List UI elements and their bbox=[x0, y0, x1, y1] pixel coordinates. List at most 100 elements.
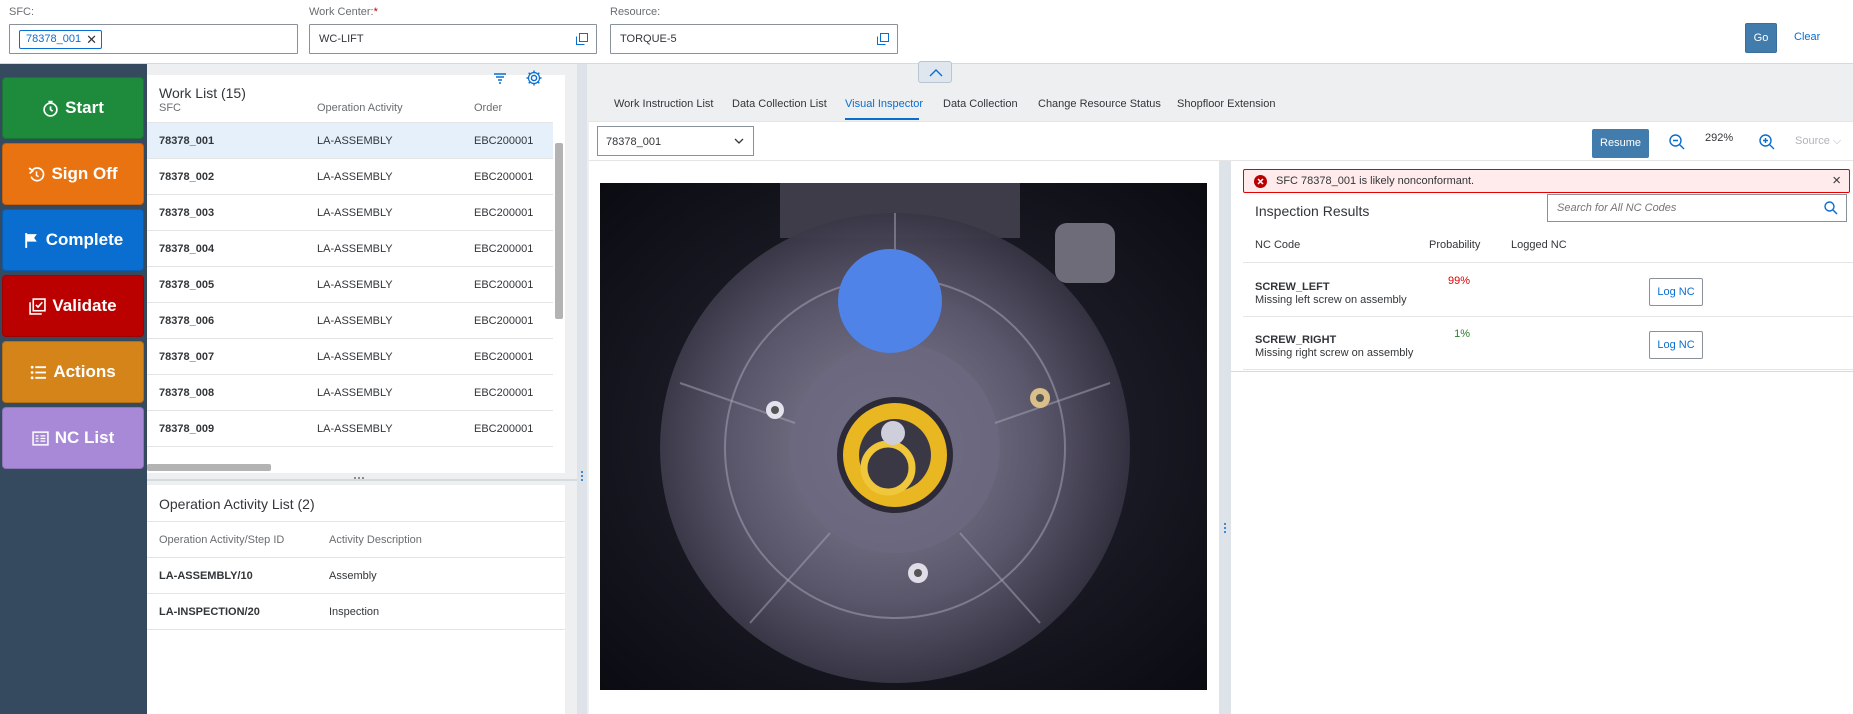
sort-icon[interactable] bbox=[492, 70, 508, 86]
resource-input[interactable]: TORQUE-5 bbox=[610, 24, 898, 54]
col-logged-nc: Logged NC bbox=[1511, 239, 1567, 251]
value-help-icon[interactable] bbox=[877, 33, 889, 45]
nc-search-input[interactable] bbox=[1548, 195, 1816, 221]
zoom-out-icon[interactable] bbox=[1668, 133, 1686, 151]
op-row[interactable]: LA-ASSEMBLY/10 Assembly bbox=[147, 558, 565, 594]
flag-icon bbox=[24, 232, 37, 248]
inspection-image[interactable] bbox=[600, 183, 1207, 690]
row-order: EBC200001 bbox=[474, 351, 534, 363]
token-remove-icon[interactable]: ✕ bbox=[86, 32, 97, 48]
value-help-icon[interactable] bbox=[576, 33, 588, 45]
divider bbox=[147, 521, 565, 522]
workcenter-input[interactable]: WC-LIFT bbox=[309, 24, 597, 54]
list-icon bbox=[31, 365, 47, 379]
sfc-select-value: 78378_001 bbox=[606, 136, 662, 148]
vertical-scrollbar[interactable] bbox=[555, 143, 563, 319]
tab-change-resource-status[interactable]: Change Resource Status bbox=[1038, 98, 1161, 110]
image-viewer bbox=[589, 161, 1219, 714]
log-nc-button[interactable]: Log NC bbox=[1649, 331, 1703, 359]
work-list-row[interactable]: 78378_008 LA-ASSEMBLY EBC200001 bbox=[147, 375, 553, 411]
work-list-row[interactable]: 78378_001 LA-ASSEMBLY EBC200001 bbox=[147, 123, 553, 159]
sign-off-button[interactable]: Sign Off bbox=[2, 143, 144, 205]
sfc-token[interactable]: 78378_001 ✕ bbox=[19, 30, 103, 49]
row-order: EBC200001 bbox=[474, 387, 534, 399]
row-operation-activity: LA-ASSEMBLY bbox=[317, 135, 393, 147]
row-sfc: 78378_002 bbox=[159, 171, 215, 183]
complete-button[interactable]: Complete bbox=[2, 209, 144, 271]
nc-description: Missing left screw on assembly bbox=[1255, 294, 1407, 306]
list-splitter[interactable] bbox=[147, 475, 577, 485]
step-id: LA-INSPECTION/20 bbox=[159, 606, 260, 618]
settings-gear-icon[interactable] bbox=[525, 69, 543, 87]
tab-shopfloor-extension[interactable]: Shopfloor Extension bbox=[1177, 98, 1275, 110]
nc-description: Missing right screw on assembly bbox=[1255, 347, 1414, 359]
tab-work-instruction-list[interactable]: Work Instruction List bbox=[614, 98, 713, 110]
source-select[interactable]: Source ⌵ bbox=[1795, 135, 1841, 148]
work-list-row[interactable]: 78378_009 LA-ASSEMBLY EBC200001 bbox=[147, 411, 553, 447]
tab-data-collection-list[interactable]: Data Collection List bbox=[732, 98, 827, 110]
work-list-title: Work List (15) bbox=[159, 85, 246, 101]
row-order: EBC200001 bbox=[474, 243, 534, 255]
tab-visual-inspector[interactable]: Visual Inspector bbox=[845, 98, 923, 110]
start-button[interactable]: Start bbox=[2, 77, 144, 139]
nc-list-button[interactable]: NC List bbox=[2, 407, 144, 469]
search-icon[interactable] bbox=[1824, 201, 1838, 215]
work-list-row[interactable]: 78378_006 LA-ASSEMBLY EBC200001 bbox=[147, 303, 553, 339]
op-row[interactable]: LA-INSPECTION/20 Inspection bbox=[147, 594, 565, 630]
col-operation-activity[interactable]: Operation Activity bbox=[317, 102, 403, 114]
row-sfc: 78378_008 bbox=[159, 387, 215, 399]
error-message-strip: SFC 78378_001 is likely nonconformant. × bbox=[1243, 169, 1850, 193]
nc-probability: 99% bbox=[1447, 275, 1470, 287]
row-order: EBC200001 bbox=[474, 315, 534, 327]
work-list-row[interactable]: 78378_005 LA-ASSEMBLY EBC200001 bbox=[147, 267, 553, 303]
work-list-row[interactable]: 78378_004 LA-ASSEMBLY EBC200001 bbox=[147, 231, 553, 267]
zoom-in-icon[interactable] bbox=[1758, 133, 1776, 151]
workcenter-label: Work Center:* bbox=[309, 6, 378, 18]
inspection-results-panel: SFC 78378_001 is likely nonconformant. ×… bbox=[1231, 161, 1853, 714]
nc-row: SCREW_RIGHT Missing right screw on assem… bbox=[1243, 318, 1853, 370]
sfc-input[interactable]: 78378_001 ✕ bbox=[9, 24, 298, 54]
divider bbox=[147, 122, 553, 123]
chevron-down-icon: ⌵ bbox=[1832, 135, 1842, 147]
clear-button[interactable]: Clear bbox=[1794, 31, 1820, 43]
op-list-title: Operation Activity List (2) bbox=[159, 496, 315, 512]
row-sfc: 78378_005 bbox=[159, 279, 215, 291]
grip-icon bbox=[354, 477, 364, 479]
required-marker: * bbox=[373, 6, 378, 18]
resource-label: Resource: bbox=[610, 6, 661, 18]
row-sfc: 78378_003 bbox=[159, 207, 215, 219]
col-order[interactable]: Order bbox=[474, 102, 502, 114]
work-list-row[interactable]: 78378_002 LA-ASSEMBLY EBC200001 bbox=[147, 159, 553, 195]
row-sfc: 78378_004 bbox=[159, 243, 215, 255]
nc-search-field[interactable] bbox=[1547, 194, 1847, 222]
panel-splitter[interactable] bbox=[1219, 161, 1231, 714]
panel-splitter[interactable] bbox=[577, 64, 587, 714]
zoom-level: 292% bbox=[1705, 132, 1734, 144]
row-sfc: 78378_007 bbox=[159, 351, 215, 363]
col-step-id[interactable]: Operation Activity/Step ID bbox=[159, 534, 284, 546]
col-activity-description[interactable]: Activity Description bbox=[329, 534, 422, 546]
workcenter-value: WC-LIFT bbox=[319, 33, 364, 45]
row-sfc: 78378_001 bbox=[159, 135, 215, 147]
divider bbox=[1231, 371, 1853, 372]
start-label: Start bbox=[65, 98, 104, 117]
actions-button[interactable]: Actions bbox=[2, 341, 144, 403]
inspection-results-title: Inspection Results bbox=[1255, 203, 1370, 219]
horizontal-scrollbar[interactable] bbox=[147, 464, 271, 471]
sfc-select[interactable]: 78378_001 bbox=[597, 126, 754, 156]
col-sfc[interactable]: SFC bbox=[159, 102, 181, 114]
log-nc-button[interactable]: Log NC bbox=[1649, 278, 1703, 306]
work-list-row[interactable]: 78378_003 LA-ASSEMBLY EBC200001 bbox=[147, 195, 553, 231]
validate-button[interactable]: Validate bbox=[2, 275, 144, 337]
operation-activity-panel: Operation Activity List (2) Operation Ac… bbox=[147, 485, 565, 714]
resource-value: TORQUE-5 bbox=[620, 33, 677, 45]
nc-row: SCREW_LEFT Missing left screw on assembl… bbox=[1243, 265, 1853, 317]
collapse-header-button[interactable] bbox=[918, 61, 952, 83]
actions-label: Actions bbox=[53, 362, 116, 381]
complete-label: Complete bbox=[45, 230, 124, 249]
work-list-row[interactable]: 78378_007 LA-ASSEMBLY EBC200001 bbox=[147, 339, 553, 375]
go-button[interactable]: Go bbox=[1745, 23, 1777, 53]
close-icon[interactable]: × bbox=[1832, 172, 1841, 189]
resume-button[interactable]: Resume bbox=[1592, 129, 1649, 158]
tab-data-collection[interactable]: Data Collection bbox=[943, 98, 1018, 110]
